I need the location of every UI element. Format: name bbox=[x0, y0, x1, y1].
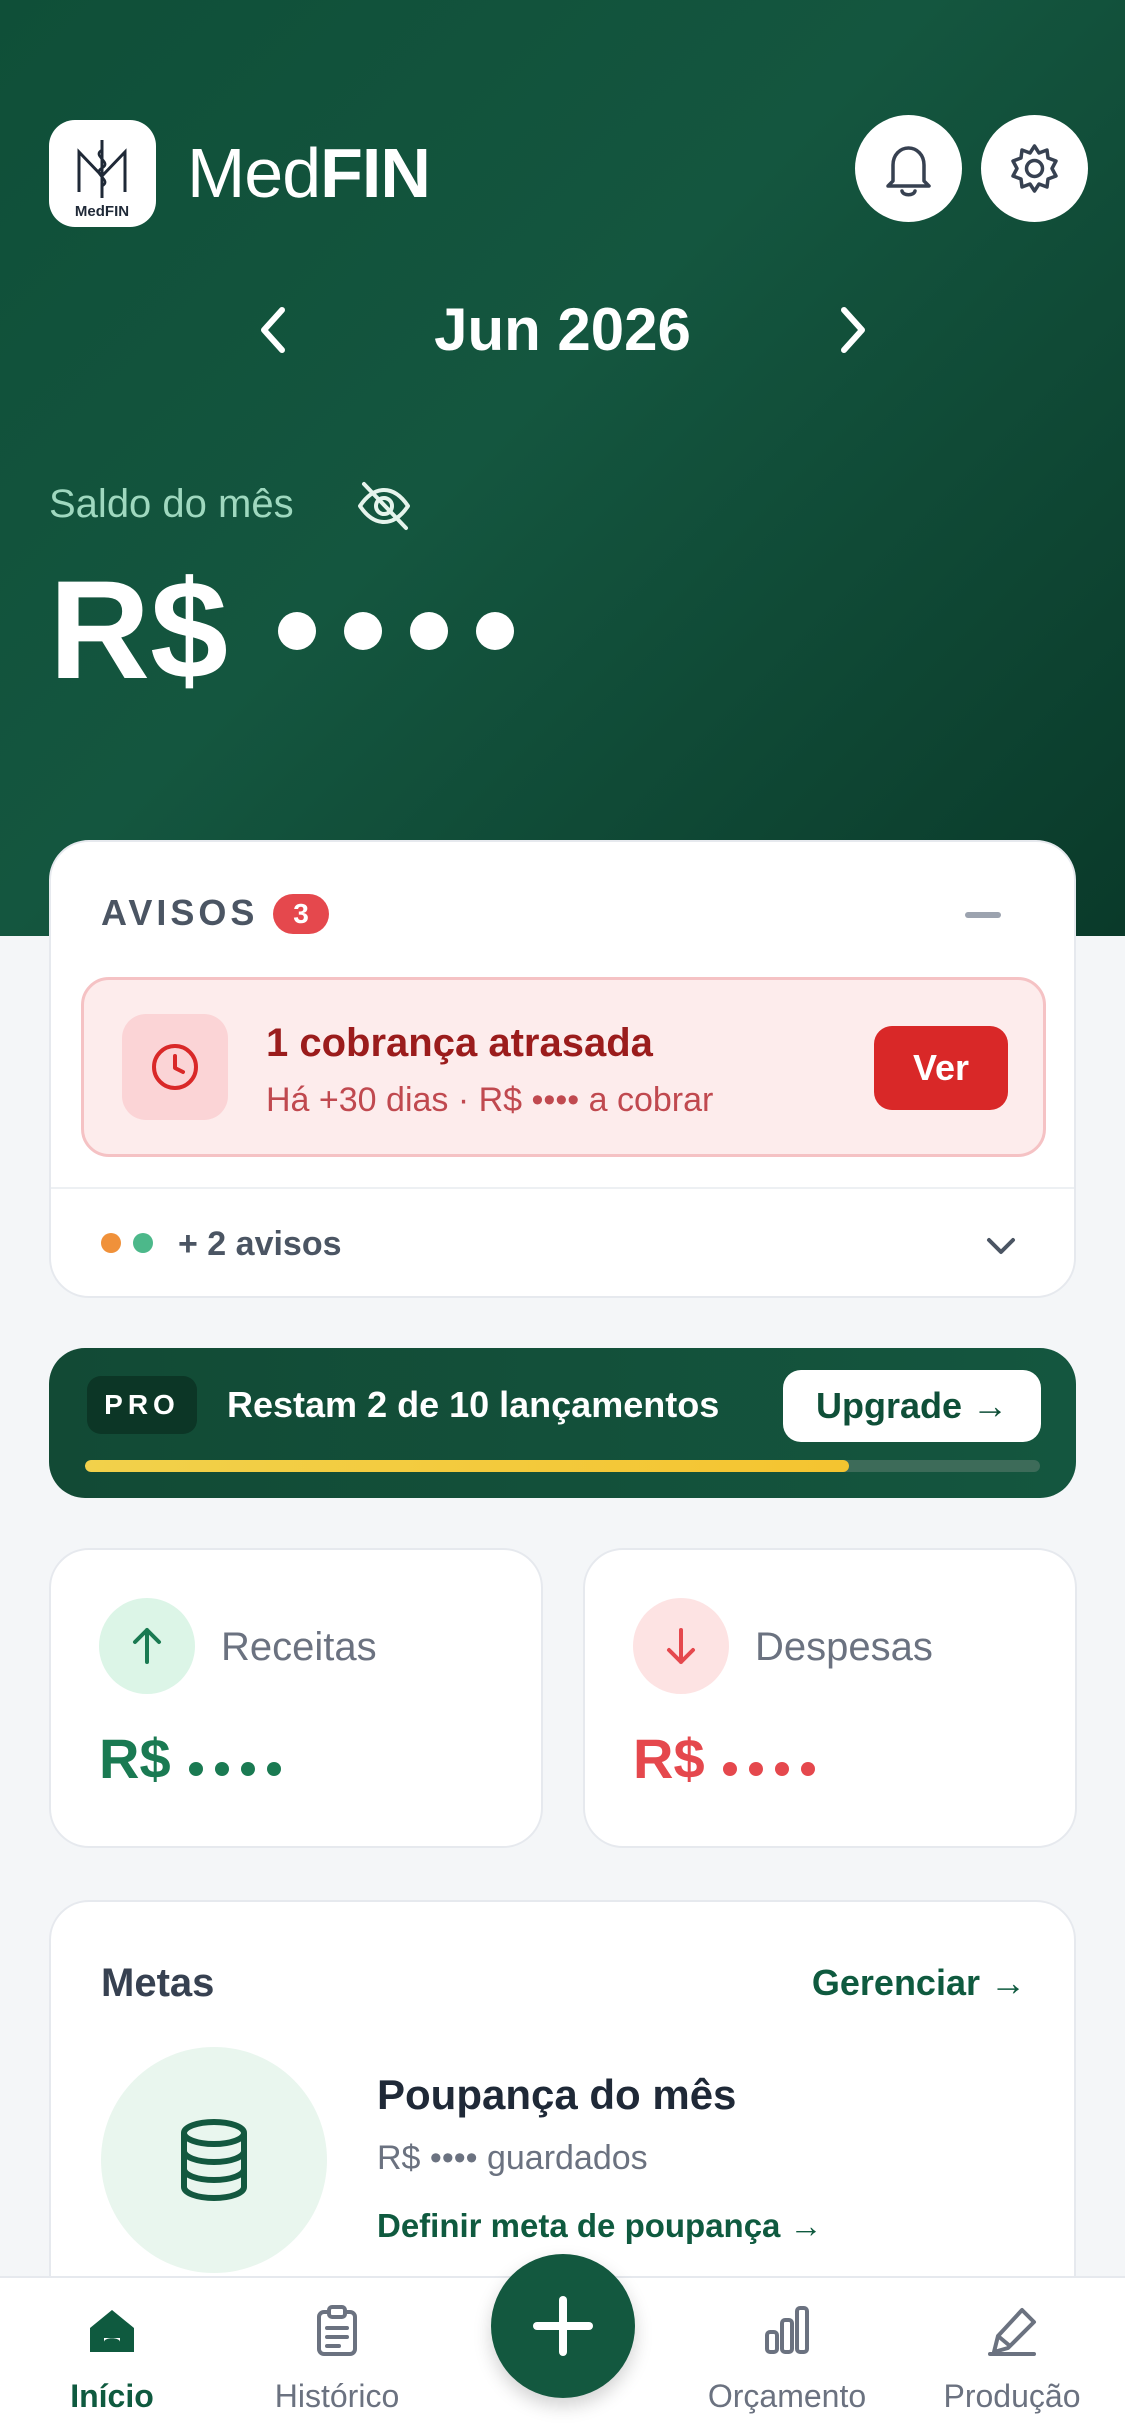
next-month-button[interactable] bbox=[812, 290, 892, 370]
app-logo: MedFIN bbox=[49, 120, 156, 227]
settings-button[interactable] bbox=[981, 115, 1088, 222]
home-icon bbox=[90, 2310, 134, 2352]
nav-item-producao[interactable]: Produção bbox=[912, 2278, 1112, 2436]
header: MedFIN MedFIN Jun 2026 Saldo do mês R$ bbox=[0, 0, 1125, 936]
alert-subtitle: Há +30 dias · R$ •••• a cobrar bbox=[266, 1081, 714, 1119]
month-navigator: Jun 2026 bbox=[0, 290, 1125, 370]
toggle-visibility-button[interactable] bbox=[352, 474, 416, 538]
usage-progress-fill bbox=[85, 1460, 849, 1472]
brand-bold: FIN bbox=[320, 134, 431, 212]
collapse-icon[interactable] bbox=[965, 912, 1001, 918]
metas-title: Metas bbox=[101, 1961, 215, 2005]
nav-item-inicio[interactable]: Início bbox=[12, 2278, 212, 2436]
clock-icon bbox=[152, 1044, 198, 1090]
balance-currency: R$ bbox=[49, 551, 228, 708]
nav-label-orcamento: Orçamento bbox=[707, 2378, 867, 2414]
add-transaction-button[interactable] bbox=[491, 2254, 635, 2398]
savings-goal-subtitle: R$ •••• guardados bbox=[377, 2139, 648, 2177]
chevron-right-icon bbox=[841, 307, 865, 353]
brand-name: MedFIN bbox=[187, 128, 431, 218]
avisos-count-badge: 3 bbox=[273, 894, 329, 934]
view-alert-button[interactable]: Ver bbox=[874, 1026, 1008, 1110]
overdue-alert[interactable]: 1 cobrança atrasada Há +30 dias · R$ •••… bbox=[81, 977, 1046, 1157]
arrow-up-icon bbox=[133, 1628, 161, 1664]
savings-goal-title: Poupança do mês bbox=[377, 2071, 737, 2118]
alert-icon-container bbox=[122, 1014, 228, 1120]
define-savings-goal-link[interactable]: Definir meta de poupança → bbox=[377, 2204, 823, 2248]
balance-value: R$ bbox=[49, 555, 228, 705]
home-screen: MedFIN MedFIN Jun 2026 Saldo do mês R$ A… bbox=[0, 0, 1125, 2436]
manage-goals-link[interactable]: Gerenciar → bbox=[812, 1958, 1026, 2008]
usage-progress-bar bbox=[85, 1460, 1040, 1472]
income-value: R$ bbox=[99, 1724, 293, 1798]
avisos-card: AVISOS 3 1 cobrança atrasada Há +30 dias… bbox=[49, 840, 1076, 1298]
savings-icon-container bbox=[101, 2047, 327, 2273]
avisos-title: AVISOS bbox=[101, 892, 259, 933]
logo-text: MedFIN bbox=[75, 203, 129, 220]
upgrade-button[interactable]: Upgrade → bbox=[783, 1370, 1041, 1442]
brand-light: Med bbox=[187, 134, 321, 212]
expense-hidden-dots bbox=[722, 1722, 827, 1792]
income-label: Receitas bbox=[221, 1625, 377, 1669]
clipboard-icon bbox=[317, 2305, 357, 2356]
arrow-down-icon bbox=[667, 1628, 695, 1664]
balance-hidden-dots bbox=[278, 612, 542, 655]
bell-icon bbox=[886, 146, 931, 197]
aviso-dot-orange bbox=[101, 1233, 121, 1253]
database-icon bbox=[181, 2119, 247, 2202]
eye-off-icon bbox=[358, 482, 410, 530]
plus-icon bbox=[533, 2296, 593, 2356]
pro-badge: PRO bbox=[87, 1376, 197, 1434]
aviso-dot-green bbox=[133, 1233, 153, 1253]
nav-item-orcamento[interactable]: Orçamento bbox=[687, 2278, 887, 2436]
pro-remaining-text: Restam 2 de 10 lançamentos bbox=[227, 1384, 720, 1425]
expense-icon-container bbox=[633, 1598, 729, 1694]
notifications-button[interactable] bbox=[855, 115, 962, 222]
nav-label-producao: Produção bbox=[943, 2378, 1081, 2414]
nav-label-historico: Histórico bbox=[274, 2378, 400, 2414]
gear-icon bbox=[1011, 144, 1058, 193]
more-avisos-label[interactable]: + 2 avisos bbox=[178, 1222, 342, 1266]
expense-currency: R$ bbox=[633, 1727, 705, 1790]
expand-avisos-button[interactable] bbox=[981, 1226, 1021, 1266]
pro-banner: PRO Restam 2 de 10 lançamentos Upgrade → bbox=[49, 1348, 1076, 1498]
expense-card[interactable]: Despesas R$ bbox=[583, 1548, 1077, 1848]
divider bbox=[51, 1187, 1074, 1189]
income-card[interactable]: Receitas R$ bbox=[49, 1548, 543, 1848]
income-hidden-dots bbox=[188, 1722, 293, 1792]
income-icon-container bbox=[99, 1598, 195, 1694]
chevron-down-icon bbox=[987, 1238, 1015, 1254]
nav-label-inicio: Início bbox=[70, 2378, 154, 2414]
bar-chart-icon bbox=[765, 2306, 809, 2354]
pen-icon bbox=[988, 2308, 1036, 2356]
balance-label: Saldo do mês bbox=[49, 482, 294, 526]
expense-value: R$ bbox=[633, 1724, 827, 1798]
alert-title: 1 cobrança atrasada bbox=[266, 1021, 653, 1065]
expense-label: Despesas bbox=[755, 1625, 933, 1669]
nav-item-historico[interactable]: Histórico bbox=[237, 2278, 437, 2436]
income-currency: R$ bbox=[99, 1727, 171, 1790]
month-label: Jun 2026 bbox=[434, 296, 691, 363]
